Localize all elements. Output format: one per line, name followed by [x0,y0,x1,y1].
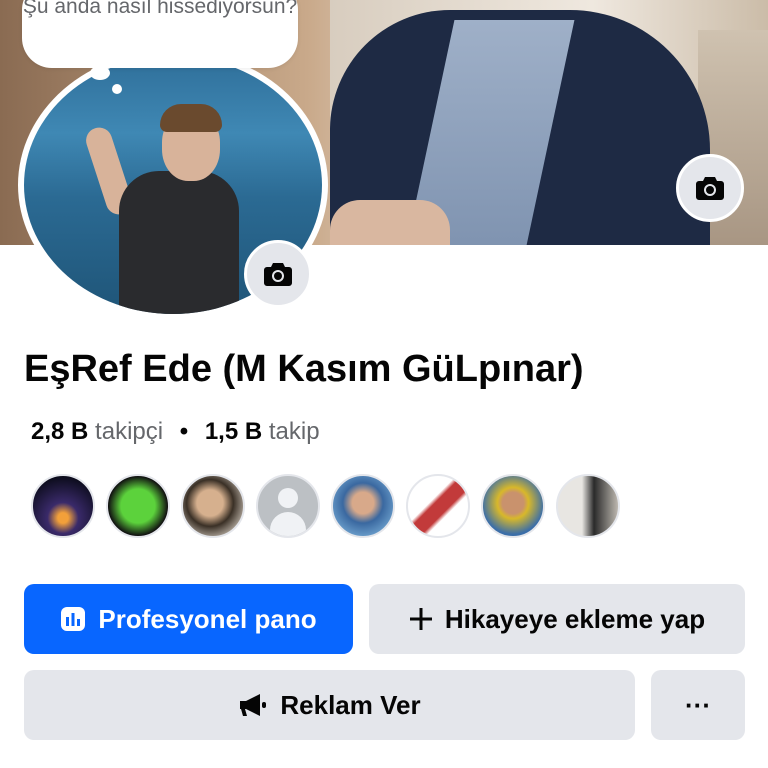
advertise-label: Reklam Ver [280,689,421,720]
status-bubble-text: Şu anda nasıl hissediyorsun? [22,0,298,18]
plus-icon [409,608,432,630]
more-dots-icon: ··· [685,689,711,720]
follow-stats: 2,8 B takipçi • 1,5 B takip [31,418,320,446]
friend-avatar[interactable] [556,474,620,538]
camera-icon [696,177,724,200]
professional-dashboard-button[interactable]: Profesyonel pano [24,584,353,654]
profile-name: EşRef Ede (M Kasım GüLpınar) [24,348,584,390]
photo-body [119,171,239,314]
camera-icon [264,263,292,286]
friend-avatar[interactable] [481,474,545,538]
friend-avatar[interactable] [31,474,95,538]
bubble-tail-large [90,66,110,80]
bubble-tail-small [112,84,122,94]
bar-chart-icon [61,607,86,631]
add-to-story-button[interactable]: Hikayeye ekleme yap [369,584,745,654]
stats-separator: • [179,418,189,445]
following-count[interactable]: 1,5 B [205,418,262,445]
friend-avatar[interactable] [181,474,245,538]
more-options-button[interactable]: ··· [651,670,745,740]
add-to-story-label: Hikayeye ekleme yap [444,603,706,634]
status-bubble[interactable]: Şu anda nasıl hissediyorsun? [22,0,298,68]
cover-person-hands [330,200,450,245]
following-label[interactable]: takip [269,418,320,445]
friend-avatar-default[interactable] [256,474,320,538]
edit-cover-photo-button[interactable] [676,154,744,222]
photo-hair [160,104,222,132]
megaphone-icon [240,694,267,716]
advertise-button[interactable]: Reklam Ver [24,670,635,740]
friend-avatars [31,474,620,538]
followers-label[interactable]: takipçi [95,418,163,445]
edit-profile-picture-button[interactable] [244,240,312,308]
friend-avatar[interactable] [331,474,395,538]
friend-avatar[interactable] [406,474,470,538]
followers-count[interactable]: 2,8 B [31,418,88,445]
professional-dashboard-label: Profesyonel pano [98,603,317,634]
friend-avatar[interactable] [106,474,170,538]
